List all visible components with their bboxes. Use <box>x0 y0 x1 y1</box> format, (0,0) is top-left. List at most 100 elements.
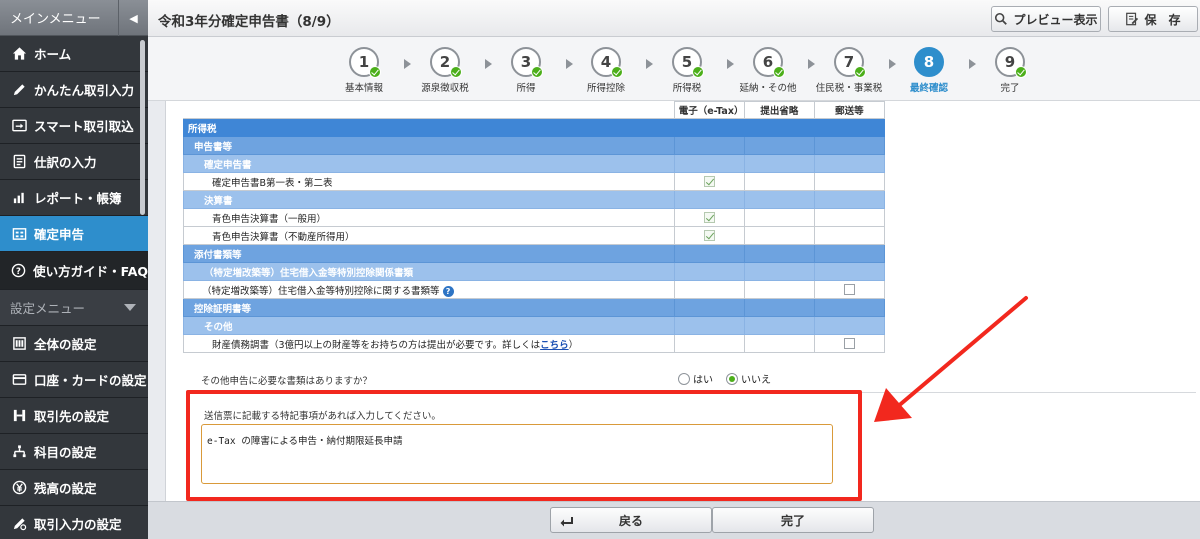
sidebar-item-label: 使い方ガイド・FAQ <box>33 264 148 279</box>
settings-item-2[interactable]: 取引先の設定 <box>0 398 148 434</box>
etax-checkbox <box>703 230 715 241</box>
settings-item-3[interactable]: 科目の設定 <box>0 434 148 470</box>
mail-checkbox[interactable] <box>843 284 855 295</box>
settings-item-4[interactable]: 残高の設定 <box>0 470 148 506</box>
main-menu-title: メインメニュー <box>10 12 101 27</box>
account-icon <box>10 444 28 460</box>
table-row: 財産債務調書（3億円以上の財産等をお持ちの方は提出が必要です。詳しくはこちら） <box>183 334 886 353</box>
settings-item-1[interactable]: 口座・カードの設定 <box>0 362 148 398</box>
cell-omit <box>743 316 815 335</box>
table-row: 青色申告決算書（一般用） <box>183 208 886 227</box>
other-docs-question: その他申告に必要な書類はありますか？ <box>201 376 373 387</box>
sidebar-scrollbar[interactable] <box>140 40 145 215</box>
preview-button[interactable]: プレビュー表示 <box>991 6 1101 32</box>
return-arrow-icon <box>560 517 573 527</box>
tax-return-icon <box>10 226 28 242</box>
cell-omit <box>743 208 815 227</box>
check-icon <box>854 66 866 78</box>
step-label: 源泉徴収税 <box>421 83 469 94</box>
table-row: （特定増改築等）住宅借入金等特別控除関係書類 <box>183 262 886 281</box>
cell-etax <box>673 244 745 263</box>
collapse-sidebar-icon[interactable]: ◀ <box>118 0 148 36</box>
cell-etax <box>673 154 745 173</box>
row-name: （特定増改築等）住宅借入金等特別控除に関する書類等? <box>183 280 675 299</box>
header: 令和3年分確定申告書（8/9） プレビュー表示 保 存 <box>148 0 1200 37</box>
sidebar-item-2[interactable]: スマート取引取込 <box>0 108 148 144</box>
details-link[interactable]: こちら <box>540 340 569 351</box>
step-number: 5 <box>672 47 704 78</box>
step-5[interactable]: 5 所得税 <box>647 47 727 94</box>
row-name-text: その他 <box>204 321 233 333</box>
sidebar-item-5[interactable]: 確定申告 <box>0 216 148 252</box>
save-button[interactable]: 保 存 <box>1108 6 1198 32</box>
check-icon <box>531 66 543 78</box>
sidebar-item-label: 科目の設定 <box>34 445 97 460</box>
check-icon <box>692 66 704 78</box>
table-row: 確定申告書B第一表・第二表 <box>183 172 886 191</box>
step-label: 所得控除 <box>586 83 625 94</box>
radio-no-circle[interactable] <box>726 372 738 385</box>
row-name-text: （特定増改築等）住宅借入金等特別控除関係書類 <box>204 267 414 279</box>
radio-yes[interactable]: はい <box>678 371 713 386</box>
table-row: （特定増改築等）住宅借入金等特別控除に関する書類等? <box>183 280 886 299</box>
row-name-text: 所得税 <box>188 123 217 135</box>
cell-mail <box>813 334 886 353</box>
row-name-text: 確定申告書 <box>204 159 252 171</box>
sidebar-item-label: ホーム <box>34 47 72 62</box>
row-name: 財産債務調書（3億円以上の財産等をお持ちの方は提出が必要です。詳しくはこちら） <box>183 334 675 353</box>
sidebar-item-3[interactable]: 仕訳の入力 <box>0 144 148 180</box>
cell-mail <box>813 154 886 173</box>
sidebar-item-4[interactable]: レポート・帳簿 <box>0 180 148 216</box>
mail-checkbox[interactable] <box>843 338 855 349</box>
step-2[interactable]: 2 源泉徴収税 <box>405 47 485 94</box>
settings-menu-header[interactable]: 設定メニュー <box>0 290 148 326</box>
sidebar-item-guide[interactable]: ? 使い方ガイド・FAQ <box>0 252 148 290</box>
main-content: 電子（e-Tax） 提出省略 郵送等 所得税 申告書等 確定申告書 確定申告書B第一表… <box>165 101 1200 501</box>
col-mail: 郵送等 <box>813 101 886 119</box>
pencil-icon <box>10 82 28 98</box>
cell-mail <box>813 298 886 317</box>
step-label: 住民税・事業税 <box>815 83 883 94</box>
sidebar-item-label: スマート取引取込 <box>34 119 134 134</box>
settings-icon <box>10 336 28 352</box>
col-etax: 電子（e-Tax） <box>673 101 745 119</box>
settings-item-5[interactable]: 取引入力の設定 <box>0 506 148 539</box>
cell-omit <box>743 280 815 299</box>
row-name: その他 <box>183 316 675 335</box>
cell-mail <box>813 136 886 155</box>
sidebar-item-1[interactable]: かんたん取引入力 <box>0 72 148 108</box>
step-6[interactable]: 6 延納・その他 <box>728 47 808 94</box>
step-label: 所得税 <box>672 83 702 94</box>
sidebar-item-label: 取引先の設定 <box>34 409 110 424</box>
done-button[interactable]: 完了 <box>712 507 874 533</box>
special-notes-label: 送信票に記載する特記事項があれば入力してください。 <box>204 411 441 422</box>
step-4[interactable]: 4 所得控除 <box>566 47 646 94</box>
step-9[interactable]: 9 完了 <box>970 47 1050 94</box>
cell-etax <box>673 136 745 155</box>
row-name: 添付書類等 <box>183 244 675 263</box>
radio-no-label: いいえ <box>741 375 771 386</box>
sidebar-item-label: 取引入力の設定 <box>34 517 122 532</box>
cell-mail <box>813 262 886 281</box>
row-name-text: 申告書等 <box>194 141 233 153</box>
step-7[interactable]: 7 住民税・事業税 <box>809 47 889 94</box>
radio-yes-circle[interactable] <box>678 372 690 385</box>
cell-omit <box>743 298 815 317</box>
back-button[interactable]: 戻る <box>550 507 712 533</box>
step-3[interactable]: 3 所得 <box>486 47 566 94</box>
row-name: 控除証明書等 <box>183 298 675 317</box>
radio-no[interactable]: いいえ <box>726 371 771 386</box>
help-icon[interactable]: ? <box>442 285 454 297</box>
cell-etax <box>673 118 745 137</box>
step-1[interactable]: 1 基本情報 <box>324 47 404 94</box>
done-button-label: 完了 <box>780 513 805 528</box>
row-name: 確定申告書B第一表・第二表 <box>183 172 675 191</box>
sidebar-item-0[interactable]: ホーム <box>0 36 148 72</box>
sidebar-item-label: 全体の設定 <box>34 337 97 352</box>
sidebar-item-label: 口座・カードの設定 <box>34 373 147 388</box>
special-notes-textarea[interactable]: e-Tax の障害による申告・納付期限延長申請 <box>201 424 833 484</box>
step-8[interactable]: 8 最終確認 <box>889 47 969 94</box>
settings-item-0[interactable]: 全体の設定 <box>0 326 148 362</box>
table-row: 控除証明書等 <box>183 298 886 317</box>
cell-omit <box>743 262 815 281</box>
